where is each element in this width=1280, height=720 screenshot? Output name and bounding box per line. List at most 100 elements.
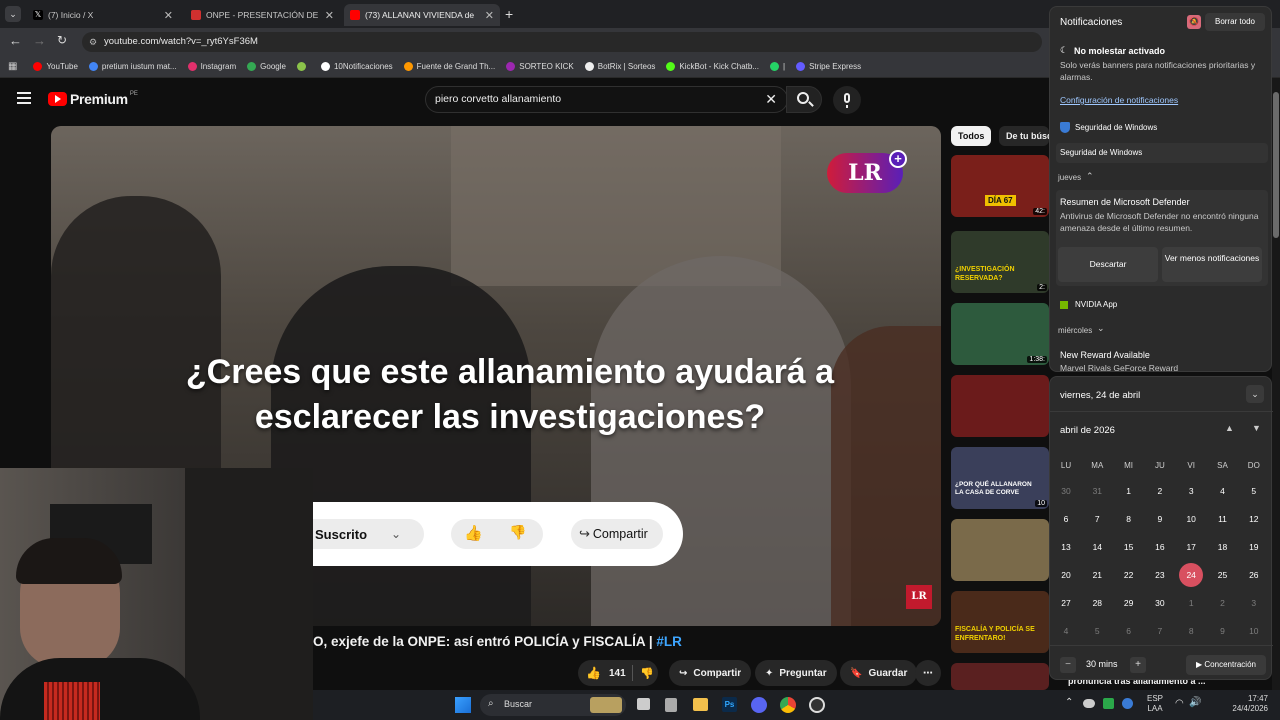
apps-grid-icon[interactable]: ▦ <box>8 61 17 72</box>
dismiss-button[interactable]: Descartar <box>1058 247 1158 282</box>
page-scrollbar[interactable] <box>1272 78 1280 690</box>
language-indicator[interactable]: ESP LAA <box>1147 694 1163 714</box>
calendar-day[interactable]: 28 <box>1085 591 1109 615</box>
calendar-day[interactable]: 10 <box>1179 507 1203 531</box>
obs-icon[interactable] <box>809 697 825 713</box>
close-tab-icon[interactable]: ✕ <box>164 9 173 22</box>
calendar-day[interactable]: 5 <box>1242 479 1266 503</box>
calendar-day[interactable]: 19 <box>1242 535 1266 559</box>
browser-tab-x[interactable]: 𝕏 (7) Inicio / X ✕ <box>27 4 179 26</box>
calendar-day[interactable]: 7 <box>1148 619 1172 643</box>
calendar-day[interactable]: 12 <box>1242 507 1266 531</box>
calendar-month[interactable]: abril de 2026 <box>1060 425 1115 436</box>
forward-icon[interactable]: → <box>33 33 46 48</box>
chevron-up-icon[interactable]: ⌃ <box>1086 171 1094 182</box>
thumbs-down-icon[interactable]: 👎 <box>640 667 654 680</box>
calendar-day[interactable]: 22 <box>1117 563 1141 587</box>
calendar-day[interactable]: 24 <box>1179 563 1204 587</box>
calendar-day[interactable]: 7 <box>1085 507 1109 531</box>
calendar-day[interactable]: 21 <box>1085 563 1109 587</box>
back-icon[interactable]: ← <box>9 33 22 48</box>
calendar-day[interactable]: 8 <box>1117 507 1141 531</box>
increase-focus-button[interactable]: + <box>1130 657 1146 673</box>
calendar-day[interactable]: 11 <box>1211 507 1235 531</box>
group-wednesday[interactable]: miércoles <box>1058 326 1092 335</box>
calendar-day[interactable]: 2 <box>1211 591 1235 615</box>
calendar-day[interactable]: 31 <box>1085 479 1109 503</box>
notification-settings-link[interactable]: Configuración de notificaciones <box>1060 95 1178 105</box>
bookmark-stripe[interactable]: Stripe Express <box>796 62 861 71</box>
calendar-day[interactable]: 26 <box>1242 563 1266 587</box>
show-hidden-icons[interactable]: ⌃ <box>1065 697 1073 708</box>
collapse-calendar-button[interactable]: ⌄ <box>1246 385 1264 403</box>
chrome-icon[interactable] <box>780 697 796 713</box>
calendar-day[interactable]: 29 <box>1117 591 1141 615</box>
hashtag-link[interactable]: #LR <box>656 634 682 649</box>
volume-icon[interactable]: 🔊 <box>1189 697 1201 708</box>
sidebar-thumbnail[interactable]: FISCALÍA Y POLICÍA SE ENFRENTARO! <box>951 591 1049 653</box>
calendar-day[interactable]: 30 <box>1148 591 1172 615</box>
calendar-day[interactable]: 5 <box>1085 619 1109 643</box>
calendar-day[interactable]: 13 <box>1054 535 1078 559</box>
decrease-focus-button[interactable]: − <box>1060 657 1076 673</box>
calendar-day[interactable]: 1 <box>1179 591 1203 615</box>
clock[interactable]: 17:47 24/4/2026 <box>1208 694 1268 714</box>
chip-from-search[interactable]: De tu búsq <box>999 126 1049 146</box>
show-less-button[interactable]: Ver menos notificaciones <box>1162 247 1262 282</box>
calendar-day[interactable]: 4 <box>1054 619 1078 643</box>
save-button[interactable]: 🔖 Guardar <box>840 660 918 686</box>
bookmark-kickbot[interactable]: KickBot - Kick Chatb... <box>666 62 759 71</box>
photoshop-icon[interactable]: Ps <box>722 697 737 712</box>
calendar-day[interactable]: 17 <box>1179 535 1203 559</box>
more-actions-button[interactable]: ⋯ <box>915 660 941 686</box>
browser-tab-onpe[interactable]: ONPE - PRESENTACIÓN DE RES ✕ <box>185 4 340 26</box>
discord-icon[interactable] <box>751 697 767 713</box>
calendar-day[interactable]: 2 <box>1148 479 1172 503</box>
calendar-day[interactable]: 18 <box>1211 535 1235 559</box>
notification-security[interactable]: Seguridad de Windows <box>1056 143 1268 163</box>
bookmark-botrix[interactable]: BotRix | Sorteos <box>584 62 655 71</box>
menu-icon[interactable] <box>17 92 31 104</box>
calendar-day[interactable]: 23 <box>1148 563 1172 587</box>
calendar-day[interactable]: 25 <box>1211 563 1235 587</box>
clear-all-button[interactable]: Borrar todo <box>1205 13 1265 31</box>
tab-list-chevron-icon[interactable]: ⌄ <box>5 6 21 22</box>
file-explorer-icon[interactable] <box>693 698 708 711</box>
tray-shield-icon[interactable] <box>1122 698 1133 709</box>
sidebar-thumbnail[interactable] <box>951 519 1049 581</box>
wifi-icon[interactable]: ◠ <box>1175 698 1184 709</box>
sidebar-thumbnail[interactable]: 1:38: <box>951 303 1049 365</box>
task-view-icon[interactable] <box>637 698 650 710</box>
clear-search-icon[interactable]: ✕ <box>765 87 777 112</box>
bookmark-google[interactable]: Google <box>247 62 286 71</box>
calendar-day[interactable]: 30 <box>1054 479 1078 503</box>
close-tab-icon[interactable]: ✕ <box>485 9 494 22</box>
calendar-day[interactable]: 8 <box>1179 619 1203 643</box>
app-icon[interactable] <box>665 698 677 712</box>
bookmark-extension[interactable] <box>296 62 310 71</box>
calendar-day[interactable]: 27 <box>1054 591 1078 615</box>
site-info-icon[interactable]: ⚙ <box>89 32 97 52</box>
windows-start-icon[interactable] <box>455 697 471 713</box>
close-tab-icon[interactable]: ✕ <box>325 9 334 22</box>
sidebar-thumbnail[interactable]: ¿POR QUÉ ALLANARON LA CASA DE CORVE 10 <box>951 447 1049 509</box>
ask-button[interactable]: ✦ Preguntar <box>755 660 837 686</box>
focus-button[interactable]: ▶ Concentración <box>1186 655 1266 675</box>
sidebar-thumbnail[interactable] <box>951 663 1049 690</box>
new-tab-icon[interactable]: + <box>505 6 513 22</box>
bookmark-10notificaciones[interactable]: 10Notificaciones <box>320 62 393 71</box>
calendar-day[interactable]: 6 <box>1117 619 1141 643</box>
like-button[interactable]: 👍 141 👎 <box>578 660 658 686</box>
chip-all[interactable]: Todos <box>951 126 992 146</box>
share-button[interactable]: ↪ Compartir <box>669 660 752 686</box>
notification-defender[interactable]: Resumen de Microsoft Defender Antivirus … <box>1056 190 1268 286</box>
dnd-bell-icon[interactable]: 🔕 <box>1187 15 1201 29</box>
search-input[interactable]: piero corvetto allanamiento ✕ <box>425 86 788 113</box>
calendar-day[interactable]: 9 <box>1211 619 1235 643</box>
calendar-day[interactable]: 3 <box>1179 479 1203 503</box>
calendar-day[interactable]: 9 <box>1148 507 1172 531</box>
calendar-day[interactable]: 20 <box>1054 563 1078 587</box>
browser-tab-youtube[interactable]: (73) ALLANAN VIVIENDA de ✕ <box>344 4 500 26</box>
reload-icon[interactable]: ↻ <box>57 33 67 47</box>
chevron-down-icon[interactable]: ⌄ <box>1097 323 1105 334</box>
